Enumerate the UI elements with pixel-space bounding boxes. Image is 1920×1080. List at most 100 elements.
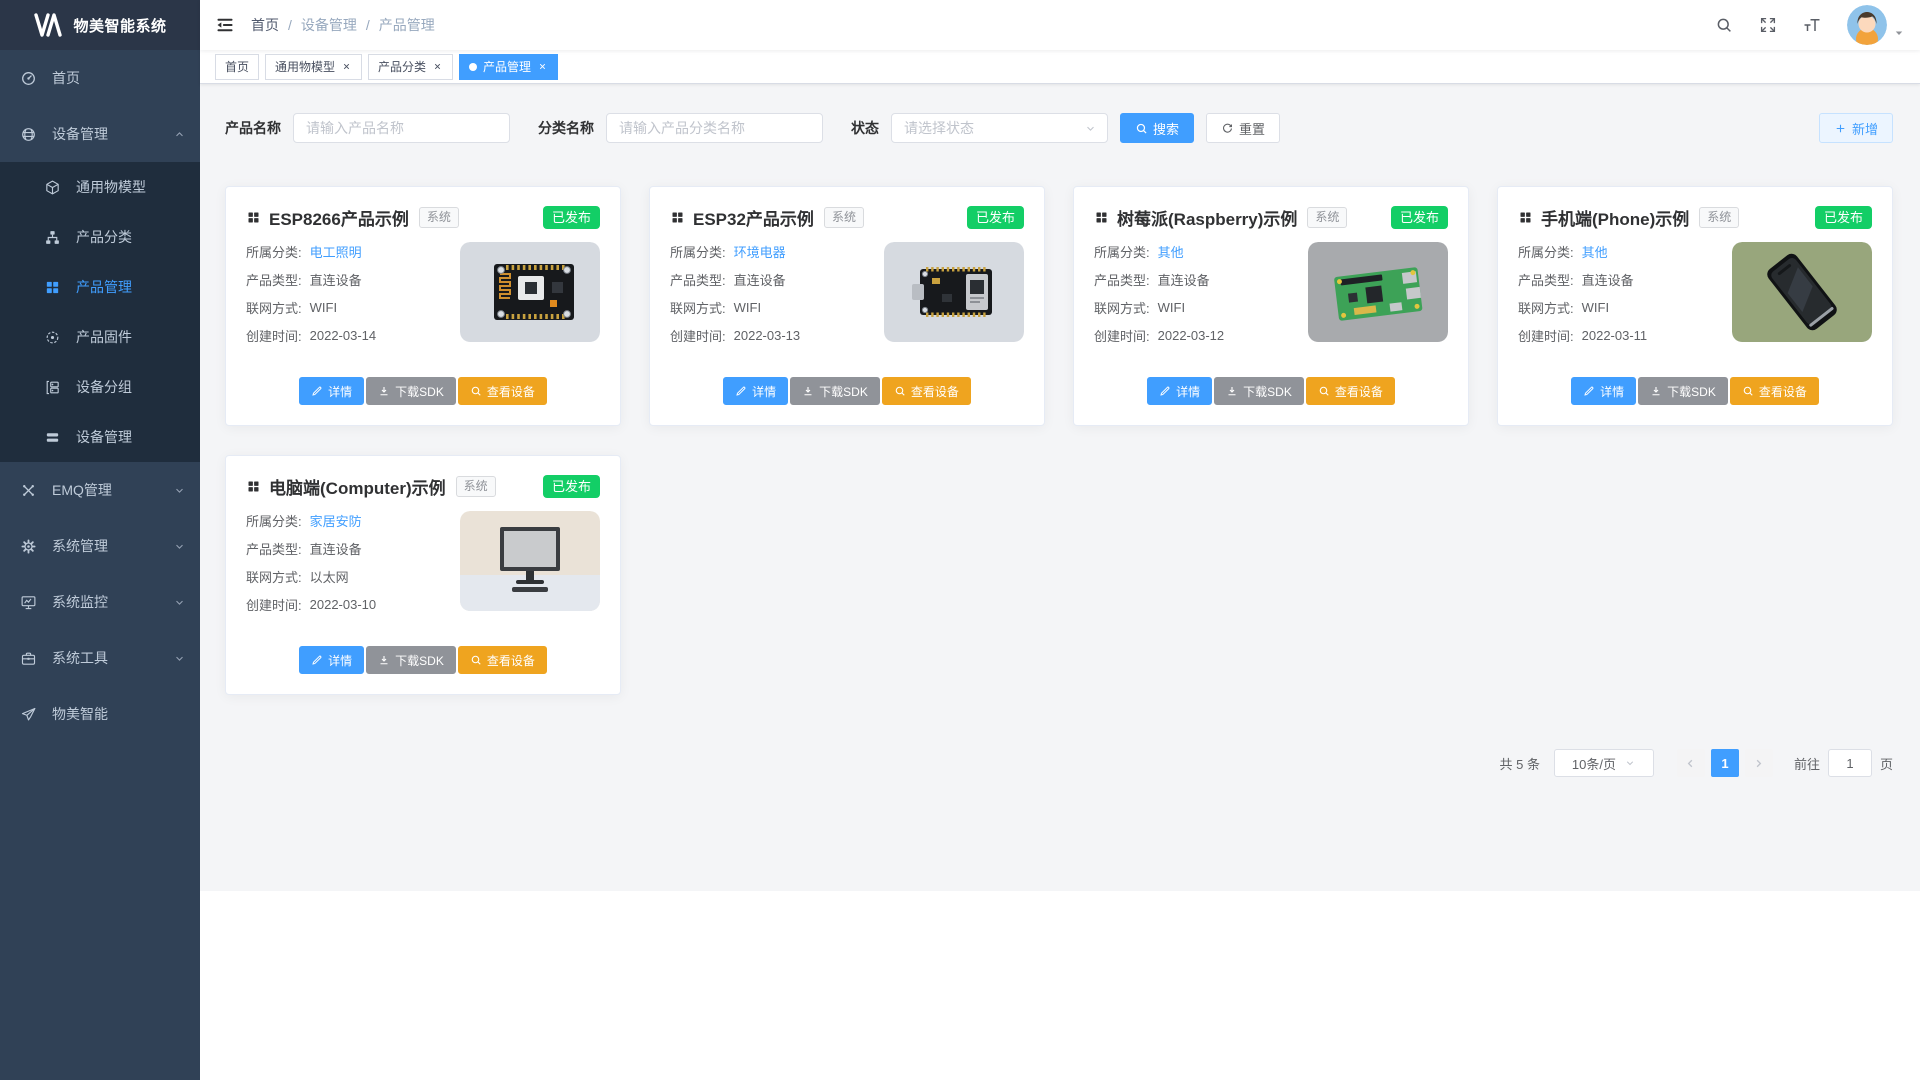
card-actions: 详情 下载SDK 查看设备 [1518,377,1872,405]
detail-button[interactable]: 详情 [299,377,364,405]
sidebar-item-thing-model[interactable]: 通用物模型 [0,162,200,212]
download-sdk-button[interactable]: 下载SDK [366,646,456,674]
type-label: 产品类型: [670,270,726,289]
sidebar-toggle-icon[interactable] [215,15,235,35]
type-label: 产品类型: [246,270,302,289]
created-label: 创建时间: [1518,326,1574,345]
magnifier-icon [470,385,482,397]
sidebar-item-label: 首页 [52,68,80,88]
download-sdk-button[interactable]: 下载SDK [1638,377,1728,405]
breadcrumb-item[interactable]: 首页 [251,15,279,35]
sidebar-item-device-list[interactable]: 设备管理 [0,412,200,462]
sidebar-item-label: 产品分类 [76,227,132,247]
close-icon[interactable] [341,61,352,72]
card-header: 电脑端(Computer)示例 系统 已发布 [246,474,600,499]
card-body: 所属分类:家居安防 产品类型:直连设备 联网方式:以太网 创建时间:2022-0… [246,511,600,623]
grid-icon [44,279,61,296]
avatar[interactable] [1847,5,1887,45]
detail-button[interactable]: 详情 [1571,377,1636,405]
sidebar-item-home[interactable]: 首页 [0,50,200,106]
status-badge: 已发布 [543,475,600,499]
logo-bar[interactable]: 物美智能系统 [0,0,200,50]
category-link[interactable]: 其他 [1582,242,1608,261]
tab-home[interactable]: 首页 [215,54,259,80]
breadcrumb-item: 设备管理 [301,15,357,35]
type-value: 直连设备 [310,539,362,558]
magnifier-icon [894,385,906,397]
tab-thing-model[interactable]: 通用物模型 [265,54,362,80]
sidebar-item-device-management[interactable]: 设备管理 [0,106,200,162]
sidebar-item-system-monitor[interactable]: 系统监控 [0,574,200,630]
close-icon[interactable] [537,61,548,72]
next-page-button[interactable] [1745,749,1773,777]
current-page-button[interactable]: 1 [1711,749,1739,777]
search-icon[interactable] [1715,16,1733,34]
system-tag: 系统 [419,207,459,227]
network-label: 联网方式: [246,567,302,586]
detail-button[interactable]: 详情 [299,646,364,674]
close-icon[interactable] [432,61,443,72]
sphere-icon [20,126,37,143]
sidebar-item-product-firmware[interactable]: 产品固件 [0,312,200,362]
sidebar-item-device-group[interactable]: 设备分组 [0,362,200,412]
goto-label: 前往 [1794,754,1820,773]
page-size-select[interactable]: 10条/页 [1554,749,1654,777]
status-select[interactable]: 请选择状态 [891,113,1108,143]
search-button[interactable]: 搜索 [1120,113,1194,143]
category-link[interactable]: 其他 [1158,242,1184,261]
tab-product-category[interactable]: 产品分类 [368,54,453,80]
view-devices-button[interactable]: 查看设备 [1730,377,1819,405]
main-area: 首页/设备管理/产品管理 [200,0,1920,1080]
fullscreen-icon[interactable] [1759,16,1777,34]
list-icon [44,429,61,446]
sidebar-item-emq-management[interactable]: EMQ管理 [0,462,200,518]
reset-button[interactable]: 重置 [1206,113,1280,143]
sidebar-item-product-category[interactable]: 产品分类 [0,212,200,262]
sidebar-item-system-tools[interactable]: 系统工具 [0,630,200,686]
download-sdk-button[interactable]: 下载SDK [790,377,880,405]
sidebar-item-label: EMQ管理 [52,480,112,500]
category-link[interactable]: 电工照明 [310,242,362,261]
download-sdk-button[interactable]: 下载SDK [1214,377,1304,405]
view-devices-button[interactable]: 查看设备 [882,377,971,405]
caret-down-icon[interactable] [1893,27,1905,39]
created-value: 2022-03-10 [310,597,377,612]
prev-page-button[interactable] [1677,749,1705,777]
view-devices-button[interactable]: 查看设备 [458,646,547,674]
network-value: WIFI [734,300,761,315]
type-label: 产品类型: [246,539,302,558]
view-devices-button[interactable]: 查看设备 [1306,377,1395,405]
card-body: 所属分类:环境电器 产品类型:直连设备 联网方式:WIFI 创建时间:2022-… [670,242,1024,354]
add-button[interactable]: 新增 [1819,113,1893,143]
product-title: 电脑端(Computer)示例 [269,474,446,499]
view-devices-button[interactable]: 查看设备 [458,377,547,405]
page-unit-label: 页 [1880,754,1893,773]
chevron-right-icon [1752,757,1765,770]
card-header: 手机端(Phone)示例 系统 已发布 [1518,205,1872,230]
sidebar-item-system-management[interactable]: 系统管理 [0,518,200,574]
download-sdk-label: 下载SDK [395,383,444,400]
tab-product-management[interactable]: 产品管理 [459,54,558,80]
sidebar-item-product-management[interactable]: 产品管理 [0,262,200,312]
download-sdk-button[interactable]: 下载SDK [366,377,456,405]
category-name-input[interactable] [606,113,823,143]
product-title: 手机端(Phone)示例 [1541,205,1689,230]
system-tag: 系统 [1307,207,1347,227]
detail-button-label: 详情 [328,383,352,400]
download-sdk-label: 下载SDK [1243,383,1292,400]
detail-button[interactable]: 详情 [1147,377,1212,405]
detail-button[interactable]: 详情 [723,377,788,405]
product-name-input[interactable] [293,113,510,143]
category-link[interactable]: 环境电器 [734,242,786,261]
user-menu[interactable] [1847,5,1905,45]
detail-button-label: 详情 [1176,383,1200,400]
page-size-value: 10条/页 [1572,754,1616,773]
download-icon [1650,385,1662,397]
font-size-icon[interactable] [1803,16,1821,34]
sidebar-item-wumei-smart[interactable]: 物美智能 [0,686,200,742]
created-label: 创建时间: [246,595,302,614]
top-navbar: 首页/设备管理/产品管理 [200,0,1920,50]
category-link[interactable]: 家居安防 [310,511,362,530]
goto-page-input[interactable] [1828,749,1872,777]
navbar-actions [1689,5,1905,45]
